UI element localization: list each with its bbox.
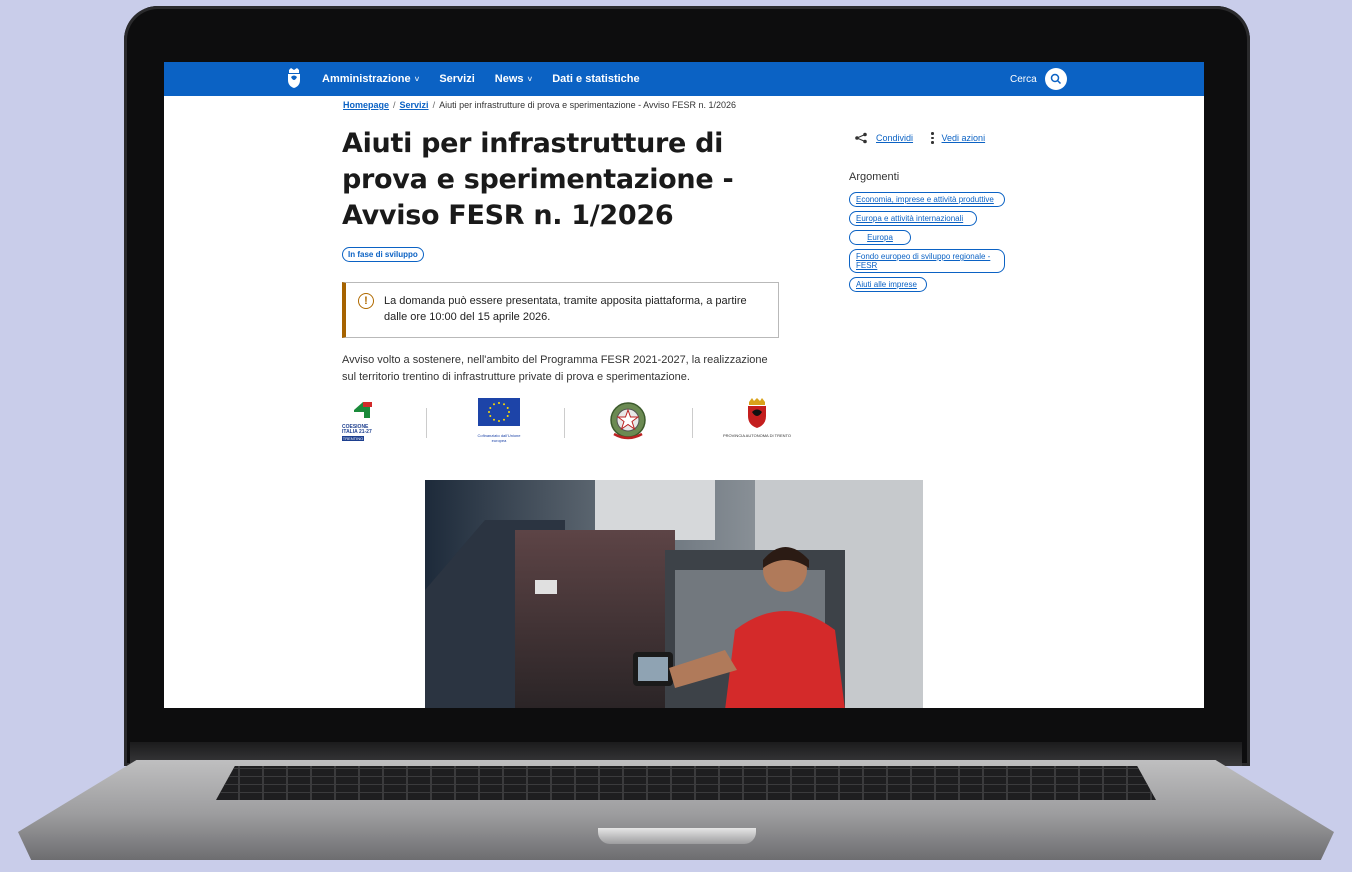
coesione-sub-text: TRENTINO — [342, 436, 364, 441]
page-actions: Condividi Vedi azioni — [854, 132, 985, 144]
topics-list: Economia, imprese e attività produttive … — [849, 192, 1009, 296]
nav-item-amministrazione[interactable]: Amministrazione ˅ — [322, 73, 419, 85]
breadcrumb-separator: / — [393, 100, 396, 110]
nav-item-servizi[interactable]: Servizi — [439, 73, 474, 85]
italian-republic-emblem — [608, 398, 648, 447]
topic-chip-europa-attivita[interactable]: Europa e attività internazionali — [849, 211, 977, 226]
search-button[interactable] — [1044, 68, 1067, 90]
share-link[interactable]: Condividi — [876, 133, 913, 143]
topics-heading: Argomenti — [849, 171, 900, 183]
eu-logo-text: Cofinanziato dall'Unione europea — [477, 433, 521, 443]
info-callout: ! La domanda può essere presentata, tram… — [342, 282, 779, 338]
breadcrumb-separator: / — [432, 100, 436, 110]
laptop-screen: Amministrazione ˅ Servizi News ˅ Dati e … — [164, 62, 1204, 708]
republic-emblem-icon — [610, 402, 646, 440]
topic-chip-europa[interactable]: Europa — [849, 230, 911, 245]
hero-image — [425, 480, 923, 708]
breadcrumb: Homepage / Servizi / Aiuti per infrastruttur… — [343, 100, 736, 110]
trento-crest-icon — [748, 398, 766, 428]
laptop-keyboard — [216, 766, 1156, 800]
callout-text: La domanda può essere presentata, tramit… — [384, 295, 747, 323]
page-title: Aiuti per infrastrutture di prova e sper… — [342, 128, 734, 231]
site-header: Amministrazione ˅ Servizi News ˅ Dati e … — [164, 62, 1204, 96]
nav-item-dati-statistiche[interactable]: Dati e statistiche — [552, 73, 639, 85]
chevron-down-icon: ˅ — [414, 74, 420, 84]
laptop-notch — [598, 828, 756, 844]
logo-divider — [692, 408, 693, 438]
logo-divider — [426, 408, 427, 438]
coesione-logo: COESIONE ITALIA 21-27 TRENTINO — [342, 398, 382, 441]
crest-logo-icon[interactable] — [286, 67, 302, 89]
nav-item-label: Amministrazione — [322, 73, 411, 85]
share-icon — [855, 132, 867, 144]
chevron-down-icon: ˅ — [527, 74, 533, 84]
status-badge: In fase di sviluppo — [342, 247, 424, 262]
nav-item-label: Dati e statistiche — [552, 73, 640, 85]
main-nav: Amministrazione ˅ Servizi News ˅ Dati e … — [322, 62, 640, 96]
alert-icon: ! — [358, 293, 374, 309]
eu-flag-icon — [478, 398, 520, 426]
topic-chip-economia[interactable]: Economia, imprese e attività produttive — [849, 192, 1005, 207]
eu-logo: Cofinanziato dall'Unione europea — [474, 398, 524, 443]
provincia-text: PROVINCIA AUTONOMA DI TRENTO — [722, 433, 791, 438]
breadcrumb-current: Aiuti per infrastrutture di prova e sper… — [439, 100, 737, 110]
nav-item-label: News — [494, 73, 524, 85]
nav-item-news[interactable]: News ˅ — [495, 73, 532, 85]
search-icon — [1050, 73, 1061, 85]
logo-divider — [564, 408, 565, 438]
search-label: Cerca — [1010, 73, 1037, 85]
search-area[interactable]: Cerca — [1010, 68, 1067, 90]
coesione-text: COESIONE ITALIA 21-27 — [342, 424, 372, 435]
provincia-trento-logo: PROVINCIA AUTONOMA DI TRENTO — [722, 398, 792, 438]
topic-chip-fesr[interactable]: Fondo europeo di sviluppo regionale - FE… — [849, 249, 1005, 273]
topic-chip-aiuti-imprese[interactable]: Aiuti alle imprese — [849, 277, 927, 292]
breadcrumb-home-link[interactable]: Homepage — [343, 100, 389, 110]
funding-logos: COESIONE ITALIA 21-27 TRENTINO Cofinanzi… — [342, 398, 802, 452]
coesione-arrow-icon — [354, 402, 372, 418]
nav-item-label: Servizi — [439, 73, 475, 85]
hero-photo — [425, 480, 923, 708]
breadcrumb-servizi-link[interactable]: Servizi — [400, 100, 429, 110]
page-description: Avviso volto a sostenere, nell'ambito de… — [342, 354, 768, 383]
more-vertical-icon — [931, 132, 934, 144]
view-actions-link[interactable]: Vedi azioni — [942, 133, 986, 143]
